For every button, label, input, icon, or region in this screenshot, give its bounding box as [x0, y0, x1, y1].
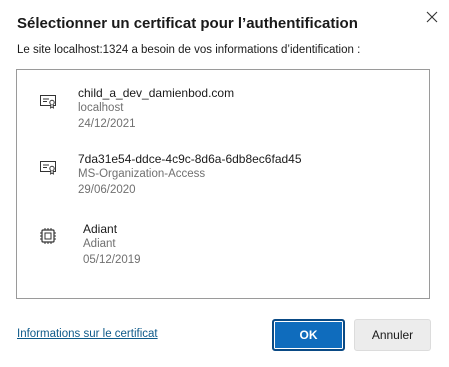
- close-icon: [426, 11, 438, 23]
- certificate-item[interactable]: 7da31e54-ddce-4c9c-8d6a-6db8ec6fad45 MS-…: [17, 150, 429, 212]
- certificate-icon: [39, 158, 59, 178]
- ok-button[interactable]: OK: [272, 319, 345, 351]
- certificate-issuer: Adiant: [83, 238, 116, 250]
- certificate-name: 7da31e54-ddce-4c9c-8d6a-6db8ec6fad45: [78, 152, 302, 166]
- certificate-name: Adiant: [83, 222, 118, 236]
- certificate-date: 05/12/2019: [83, 254, 141, 266]
- dialog-title: Sélectionner un certificat pour l’authen…: [17, 15, 358, 32]
- certificate-date: 24/12/2021: [78, 118, 136, 130]
- certificate-icon: [39, 92, 59, 112]
- certificate-dialog: Sélectionner un certificat pour l’authen…: [0, 0, 449, 367]
- certificate-date: 29/06/2020: [78, 184, 136, 196]
- certificate-info-link[interactable]: Informations sur le certificat: [17, 328, 158, 340]
- certificate-item[interactable]: Adiant Adiant 05/12/2019: [17, 219, 429, 281]
- close-button[interactable]: [421, 6, 443, 28]
- certificate-list[interactable]: child_a_dev_damienbod.com localhost 24/1…: [16, 69, 430, 299]
- cancel-button[interactable]: Annuler: [354, 319, 431, 351]
- certificate-issuer: localhost: [78, 102, 124, 114]
- certificate-issuer: MS-Organization-Access: [78, 168, 206, 180]
- certificate-name: child_a_dev_damienbod.com: [78, 86, 235, 100]
- certificate-item[interactable]: child_a_dev_damienbod.com localhost 24/1…: [17, 82, 429, 144]
- dialog-subtitle: Le site localhost:1324 a besoin de vos i…: [17, 44, 361, 56]
- smartcard-chip-icon: [39, 227, 59, 247]
